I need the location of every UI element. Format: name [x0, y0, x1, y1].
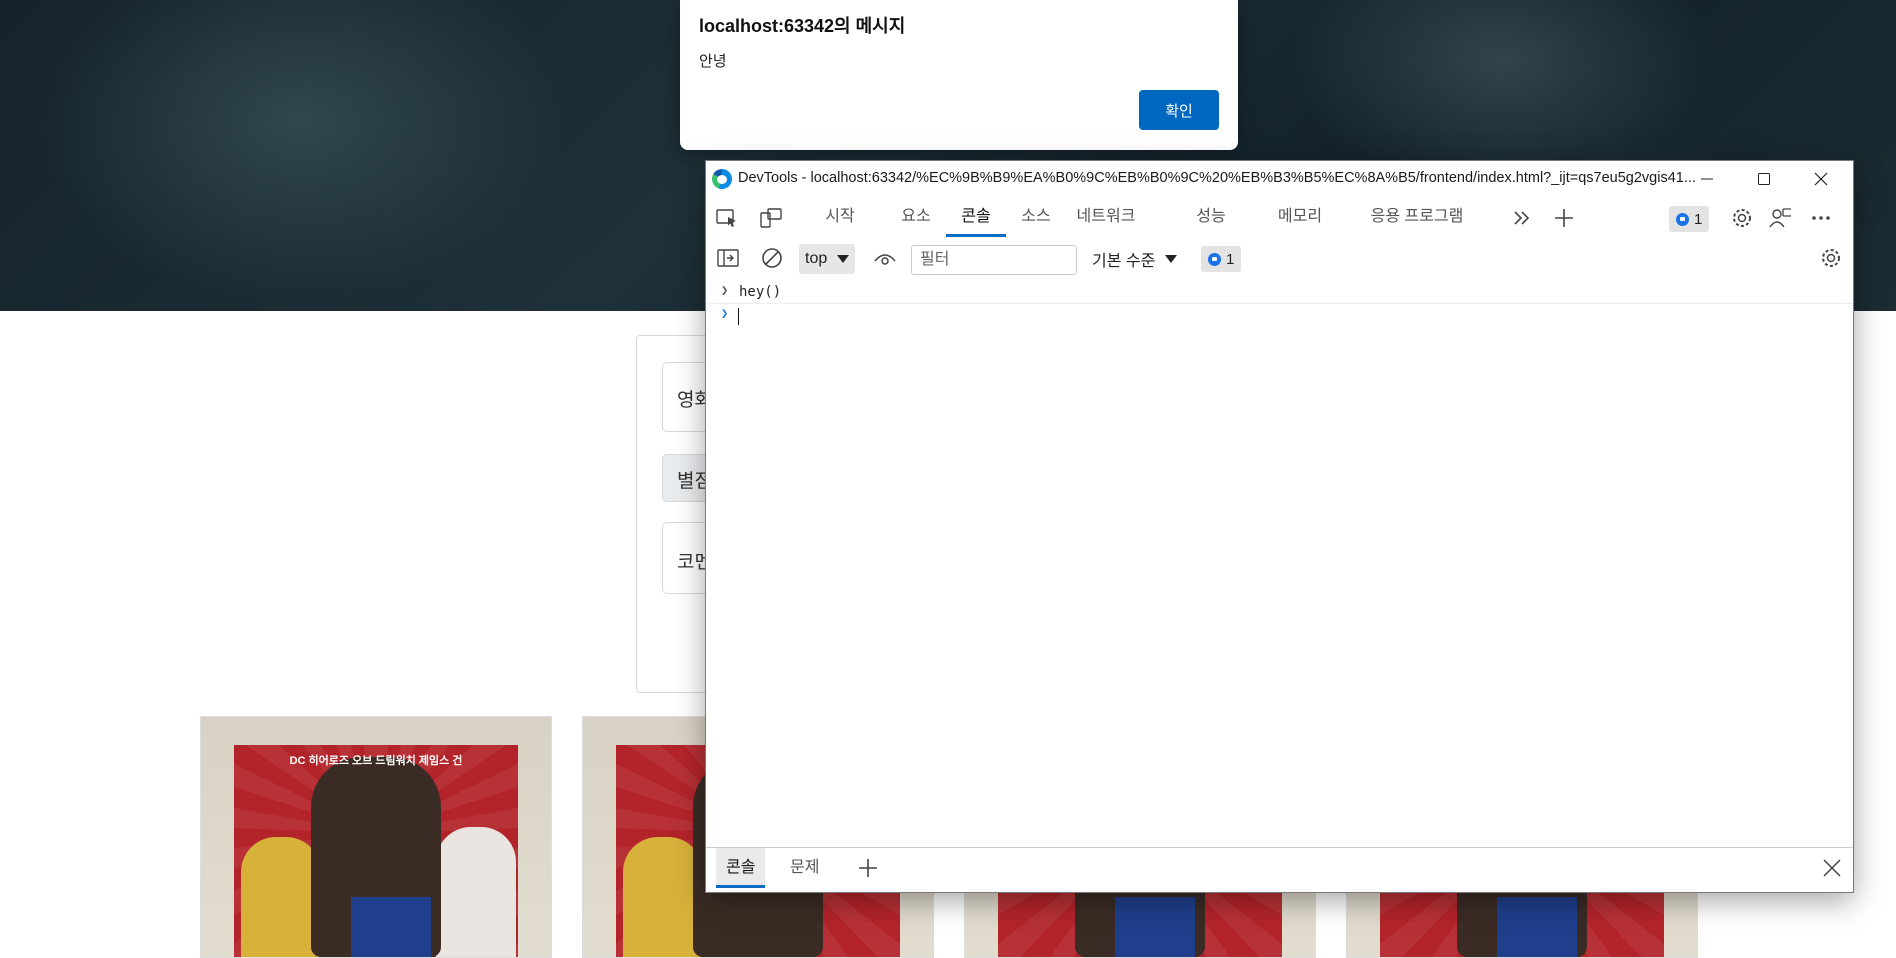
settings-gear-icon[interactable] — [1731, 208, 1753, 228]
alert-message: 안녕 — [699, 53, 727, 70]
poster-caption: DC 히어로즈 오브 드림워치 제임스 건 — [289, 755, 463, 767]
movie-poster-card[interactable]: DC 히어로즈 오브 드림워치 제임스 건 — [200, 716, 552, 958]
maximize-icon[interactable] — [1736, 161, 1792, 197]
console-output[interactable]: ❯ hey() ❯ — [706, 279, 1853, 844]
close-icon[interactable] — [1793, 161, 1849, 197]
tab-application[interactable]: 응용 프로그램 — [1362, 197, 1472, 237]
chevron-down-icon — [837, 255, 849, 263]
alert-dialog: localhost:63342의 메시지 안녕 확인 — [680, 0, 1238, 150]
tab-console[interactable]: 콘솔 — [946, 197, 1006, 237]
alert-title: localhost:63342의 메시지 — [699, 16, 906, 36]
chevron-right-icon: ❯ — [721, 283, 729, 297]
issues-count: 1 — [1694, 210, 1703, 228]
drawer-tab-issues[interactable]: 문제 — [790, 848, 819, 888]
tab-elements[interactable]: 요소 — [896, 197, 936, 237]
devtools-tabbar: 시작 요소 콘솔 소스 네트워크 성능 메모리 응용 프로그램 1 — [706, 197, 1853, 240]
tab-memory[interactable]: 메모리 — [1270, 197, 1330, 237]
message-icon — [1676, 212, 1689, 226]
drawer-tab-console[interactable]: 콘솔 — [716, 848, 766, 888]
alert-ok-button[interactable]: 확인 — [1139, 90, 1219, 130]
devtools-window: DevTools - localhost:63342/%EC%9B%B9%EA%… — [705, 160, 1854, 893]
sidebar-toggle-icon[interactable] — [717, 248, 739, 268]
inspect-element-icon[interactable] — [716, 208, 738, 228]
context-select[interactable]: top — [799, 244, 855, 274]
more-tabs-icon[interactable] — [1511, 208, 1533, 228]
minimize-icon[interactable] — [1679, 161, 1735, 197]
console-settings-icon[interactable] — [1820, 248, 1842, 268]
add-drawer-tab-icon[interactable] — [857, 858, 879, 878]
log-level-select[interactable]: 기본 수준 — [1092, 245, 1178, 273]
console-toolbar: top 기본 수준 1 — [706, 239, 1853, 280]
clear-console-icon[interactable] — [761, 248, 783, 268]
console-input-echo: hey() — [739, 284, 782, 300]
device-emulation-icon[interactable] — [760, 208, 782, 228]
log-level-value: 기본 수준 — [1092, 253, 1156, 270]
tab-sources[interactable]: 소스 — [1016, 197, 1056, 237]
filter-input[interactable] — [911, 245, 1077, 275]
console-entry: ❯ hey() — [706, 281, 1853, 304]
tab-welcome[interactable]: 시작 — [816, 197, 864, 237]
prompt-chevron-icon: ❯ — [721, 306, 729, 320]
tab-network[interactable]: 네트워크 — [1071, 197, 1141, 237]
feedback-icon[interactable] — [1769, 208, 1791, 228]
messages-count: 1 — [1226, 250, 1235, 268]
devtools-titlebar: DevTools - localhost:63342/%EC%9B%B9%EA%… — [706, 161, 1853, 197]
edge-logo-icon — [712, 169, 732, 189]
close-drawer-icon[interactable] — [1821, 858, 1843, 878]
devtools-title: DevTools - localhost:63342/%EC%9B%B9%EA%… — [738, 170, 1696, 186]
message-icon — [1208, 252, 1221, 266]
live-expression-eye-icon[interactable] — [874, 249, 896, 269]
console-prompt[interactable]: ❯ — [706, 304, 1853, 326]
drawer-tabbar: 콘솔 문제 — [706, 847, 1853, 892]
context-value: top — [805, 250, 828, 267]
text-cursor — [738, 308, 739, 325]
chevron-down-icon — [1165, 255, 1178, 263]
more-options-icon[interactable] — [1810, 208, 1832, 228]
issues-badge[interactable]: 1 — [1669, 206, 1710, 232]
add-tab-icon[interactable] — [1553, 208, 1575, 228]
tab-performance[interactable]: 성능 — [1191, 197, 1231, 237]
messages-badge[interactable]: 1 — [1201, 246, 1242, 272]
